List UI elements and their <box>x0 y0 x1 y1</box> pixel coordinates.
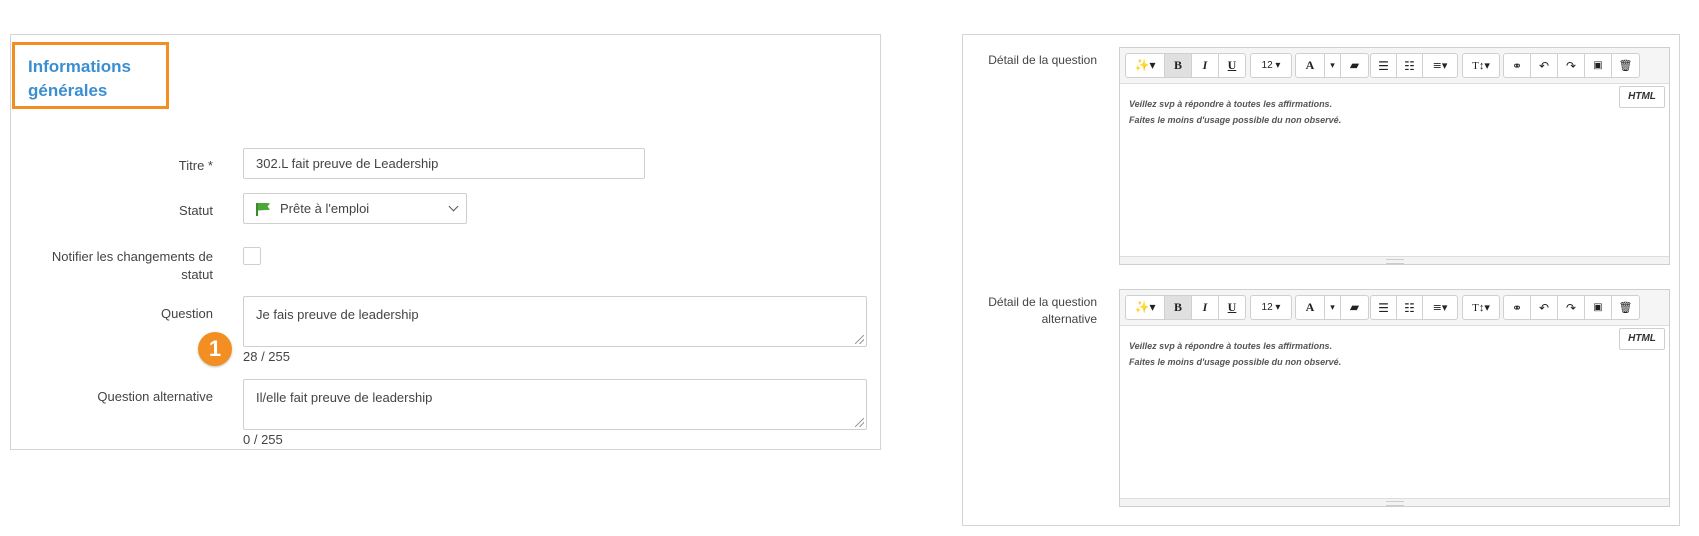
line-height-group: T↕▾ <box>1462 295 1500 320</box>
editor-line-2: Faites le moins d'usage possible du non … <box>1129 357 1342 367</box>
insert-group: ⚭ ↶ ↷ ▣ 🗑 <box>1503 295 1640 320</box>
chevron-down-icon <box>448 201 459 212</box>
flag-icon <box>256 202 270 216</box>
redo-icon[interactable]: ↷ <box>1558 296 1585 319</box>
step-badge-1: 1 <box>198 332 232 366</box>
general-info-panel: Informations générales Titre * 302.L fai… <box>10 34 881 450</box>
align-dropdown-icon[interactable]: ≡▾ <box>1423 54 1457 77</box>
bullet-list-icon[interactable]: ☰ <box>1371 54 1397 77</box>
insert-group: ⚭ ↶ ↷ ▣ 🗑 <box>1503 53 1640 78</box>
color-group: A ▾ ▰ <box>1295 295 1369 320</box>
font-color-icon[interactable]: A <box>1296 296 1325 319</box>
font-size-dropdown[interactable]: 12 ▾ <box>1251 296 1291 319</box>
redo-icon[interactable]: ↷ <box>1558 54 1585 77</box>
editor-toolbar: ✨▾ B I U 12 ▾ A ▾ ▰ ☰ ☷ ≡▾ T↕▾ ⚭ ↶ ↷ ▣ 🗑 <box>1120 48 1669 84</box>
editor-line-1: Veillez svp à répondre à toutes les affi… <box>1129 99 1333 109</box>
numbered-list-icon[interactable]: ☷ <box>1397 54 1423 77</box>
editor-toolbar: ✨▾ B I U 12 ▾ A ▾ ▰ ☰ ☷ ≡▾ T↕▾ ⚭ ↶ ↷ ▣ 🗑 <box>1120 290 1669 326</box>
magic-wand-icon[interactable]: ✨▾ <box>1126 296 1165 319</box>
style-group: ✨▾ B I U <box>1125 295 1246 320</box>
status-label: Statut <box>179 203 213 218</box>
font-size-dropdown[interactable]: 12 ▾ <box>1251 54 1291 77</box>
editor-line-2: Faites le moins d'usage possible du non … <box>1129 115 1342 125</box>
undo-icon[interactable]: ↶ <box>1531 296 1558 319</box>
question-textarea[interactable]: Je fais preuve de leadership <box>243 296 867 347</box>
question-counter: 28 / 255 <box>243 349 290 364</box>
link-icon[interactable]: ⚭ <box>1504 54 1531 77</box>
editor-resize-bar[interactable] <box>1120 256 1669 264</box>
font-size-value: 12 <box>1261 302 1273 313</box>
image-icon[interactable]: ▣ <box>1585 54 1612 77</box>
line-height-group: T↕▾ <box>1462 53 1500 78</box>
numbered-list-icon[interactable]: ☷ <box>1397 296 1423 319</box>
text-height-icon[interactable]: T↕▾ <box>1463 54 1499 77</box>
alt-question-counter: 0 / 255 <box>243 432 283 447</box>
bold-button[interactable]: B <box>1165 296 1192 319</box>
italic-button[interactable]: I <box>1192 296 1219 319</box>
alt-question-textarea[interactable]: Il/elle fait preuve de leadership <box>243 379 867 430</box>
detail-label: Détail de la question <box>988 53 1097 67</box>
notify-checkbox[interactable] <box>243 247 261 265</box>
editor-resize-bar[interactable] <box>1120 498 1669 506</box>
font-size-value: 12 <box>1261 60 1273 71</box>
style-group: ✨▾ B I U <box>1125 53 1246 78</box>
status-select[interactable]: Prête à l'emploi <box>243 193 467 224</box>
resize-handle-icon[interactable] <box>855 418 864 427</box>
title-input[interactable]: 302.L fait preuve de Leadership <box>243 148 645 179</box>
color-group: A ▾ ▰ <box>1295 53 1369 78</box>
underline-button[interactable]: U <box>1219 296 1245 319</box>
html-button[interactable]: HTML <box>1619 86 1665 108</box>
alt-detail-label: Détail de la question alternative <box>988 295 1097 326</box>
html-button[interactable]: HTML <box>1619 328 1665 350</box>
list-group: ☰ ☷ ≡▾ <box>1370 295 1458 320</box>
link-icon[interactable]: ⚭ <box>1504 296 1531 319</box>
bold-button[interactable]: B <box>1165 54 1192 77</box>
font-color-icon[interactable]: A <box>1296 54 1325 77</box>
question-label: Question <box>160 306 213 321</box>
undo-icon[interactable]: ↶ <box>1531 54 1558 77</box>
eraser-icon[interactable]: ▰ <box>1341 54 1368 77</box>
section-title: Informations générales <box>12 42 169 109</box>
title-label: Titre * <box>178 158 213 173</box>
resize-handle-icon[interactable] <box>855 335 864 344</box>
eraser-icon[interactable]: ▰ <box>1341 296 1368 319</box>
list-group: ☰ ☷ ≡▾ <box>1370 53 1458 78</box>
chevron-down-icon[interactable]: ▾ <box>1325 54 1341 77</box>
status-select-value: Prête à l'emploi <box>280 201 370 216</box>
align-dropdown-icon[interactable]: ≡▾ <box>1423 296 1457 319</box>
alt-question-textarea-value: Il/elle fait preuve de leadership <box>256 390 433 405</box>
editor-content[interactable]: Veillez svp à répondre à toutes les affi… <box>1120 326 1669 498</box>
alt-question-label: Question alternative <box>97 389 213 404</box>
question-textarea-value: Je fais preuve de leadership <box>256 307 419 322</box>
alt-detail-editor[interactable]: ✨▾ B I U 12 ▾ A ▾ ▰ ☰ ☷ ≡▾ T↕▾ ⚭ ↶ ↷ ▣ 🗑… <box>1119 289 1670 507</box>
magic-wand-icon[interactable]: ✨▾ <box>1126 54 1165 77</box>
image-icon[interactable]: ▣ <box>1585 296 1612 319</box>
bullet-list-icon[interactable]: ☰ <box>1371 296 1397 319</box>
question-detail-panel: Détail de la question ✨▾ B I U 12 ▾ A ▾ … <box>962 34 1680 526</box>
underline-button[interactable]: U <box>1219 54 1245 77</box>
font-size-group: 12 ▾ <box>1250 295 1292 320</box>
italic-button[interactable]: I <box>1192 54 1219 77</box>
title-input-value: 302.L fait preuve de Leadership <box>256 156 439 171</box>
notify-label: Notifier les changements de statut <box>51 249 213 282</box>
trash-icon[interactable]: 🗑 <box>1612 296 1639 319</box>
editor-line-1: Veillez svp à répondre à toutes les affi… <box>1129 341 1333 351</box>
detail-editor[interactable]: ✨▾ B I U 12 ▾ A ▾ ▰ ☰ ☷ ≡▾ T↕▾ ⚭ ↶ ↷ ▣ 🗑… <box>1119 47 1670 265</box>
trash-icon[interactable]: 🗑 <box>1612 54 1639 77</box>
editor-content[interactable]: Veillez svp à répondre à toutes les affi… <box>1120 84 1669 256</box>
text-height-icon[interactable]: T↕▾ <box>1463 296 1499 319</box>
chevron-down-icon[interactable]: ▾ <box>1325 296 1341 319</box>
font-size-group: 12 ▾ <box>1250 53 1292 78</box>
